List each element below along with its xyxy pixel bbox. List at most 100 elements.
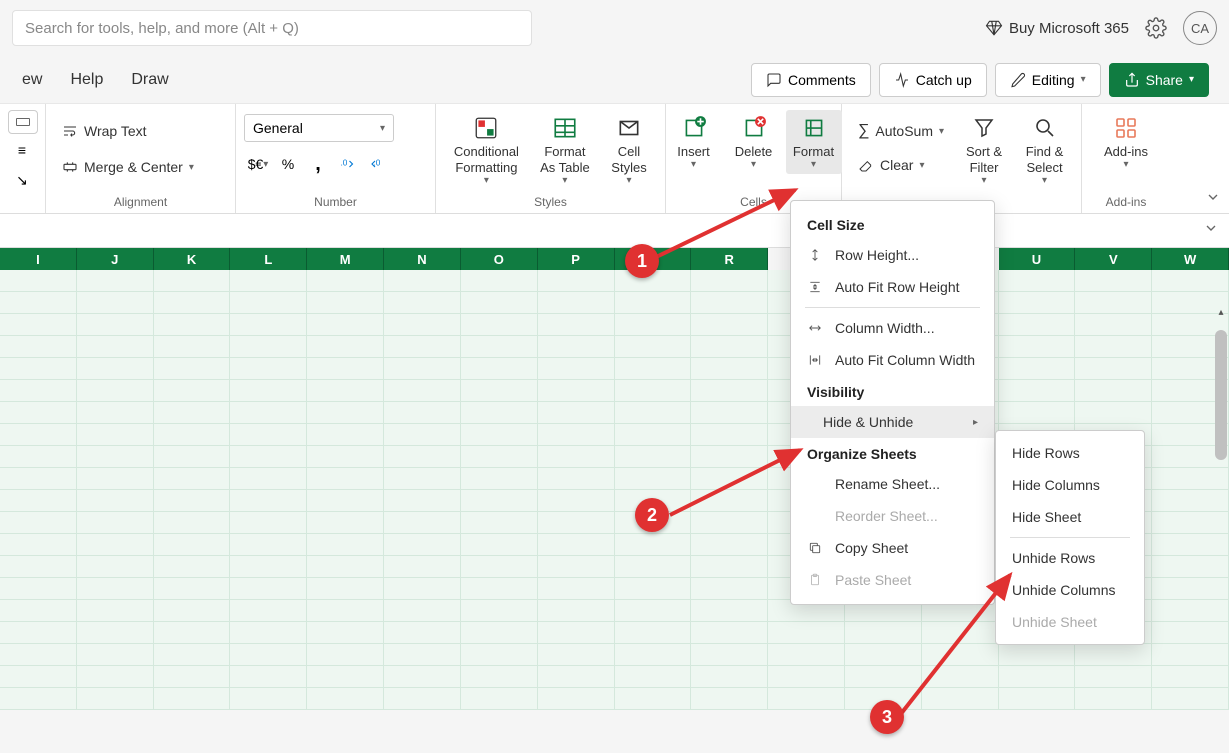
column-header[interactable]: L	[230, 248, 307, 270]
cell[interactable]	[154, 314, 231, 336]
cell[interactable]	[77, 292, 154, 314]
buy-microsoft-365[interactable]: Buy Microsoft 365	[985, 19, 1129, 37]
cell[interactable]	[0, 292, 77, 314]
column-header[interactable]: N	[384, 248, 461, 270]
cell[interactable]	[691, 556, 768, 578]
percent-format-button[interactable]: %	[274, 150, 302, 178]
sort-filter-button[interactable]: Sort & Filter▾	[956, 110, 1012, 190]
cell[interactable]	[230, 622, 307, 644]
cell[interactable]	[1075, 358, 1152, 380]
cell[interactable]	[615, 314, 692, 336]
cell[interactable]	[691, 622, 768, 644]
cell[interactable]	[691, 490, 768, 512]
addins-button[interactable]: Add-ins▾	[1098, 110, 1154, 174]
format-cells-button[interactable]: Format▾	[786, 110, 842, 174]
cell[interactable]	[307, 424, 384, 446]
cell[interactable]	[77, 512, 154, 534]
merge-center-button[interactable]: Merge & Center ▾	[54, 152, 202, 182]
cell[interactable]	[307, 490, 384, 512]
wrap-text-button[interactable]: Wrap Text	[54, 116, 155, 146]
increase-decimal-button[interactable]: .0	[334, 150, 362, 178]
menu-autofit-column[interactable]: Auto Fit Column Width	[791, 344, 994, 376]
cell[interactable]	[999, 666, 1076, 688]
cell[interactable]	[307, 468, 384, 490]
cell[interactable]	[691, 688, 768, 710]
menu-column-width[interactable]: Column Width...	[791, 312, 994, 344]
cell[interactable]	[384, 600, 461, 622]
cell[interactable]	[154, 622, 231, 644]
cell[interactable]	[230, 380, 307, 402]
cell[interactable]	[230, 270, 307, 292]
menu-hide-unhide[interactable]: Hide & Unhide ▸	[791, 406, 994, 438]
cell[interactable]	[1075, 402, 1152, 424]
cell[interactable]	[77, 578, 154, 600]
cell[interactable]	[615, 468, 692, 490]
cell[interactable]	[691, 644, 768, 666]
account-avatar[interactable]: CA	[1183, 11, 1217, 45]
cell[interactable]	[307, 666, 384, 688]
clear-button[interactable]: Clear▾	[850, 150, 952, 180]
cell[interactable]	[1152, 468, 1229, 490]
cell[interactable]	[384, 424, 461, 446]
cell[interactable]	[307, 314, 384, 336]
cell[interactable]	[691, 666, 768, 688]
cell[interactable]	[0, 358, 77, 380]
cell[interactable]	[461, 468, 538, 490]
cell[interactable]	[461, 336, 538, 358]
menu-rename-sheet[interactable]: Rename Sheet...	[791, 468, 994, 500]
cell[interactable]	[999, 358, 1076, 380]
cell[interactable]	[230, 600, 307, 622]
cell[interactable]	[307, 688, 384, 710]
cell[interactable]	[691, 578, 768, 600]
cell[interactable]	[538, 424, 615, 446]
cell[interactable]	[1075, 292, 1152, 314]
cell[interactable]	[77, 534, 154, 556]
cell[interactable]	[154, 292, 231, 314]
cell[interactable]	[999, 314, 1076, 336]
cell[interactable]	[691, 424, 768, 446]
cell[interactable]	[384, 380, 461, 402]
cell[interactable]	[230, 556, 307, 578]
cell[interactable]	[691, 402, 768, 424]
formula-bar-expand[interactable]	[1203, 220, 1219, 236]
cell[interactable]	[0, 402, 77, 424]
cell[interactable]	[0, 336, 77, 358]
cell[interactable]	[154, 688, 231, 710]
editing-mode-button[interactable]: Editing ▾	[995, 63, 1101, 97]
column-header[interactable]: K	[154, 248, 231, 270]
cell[interactable]	[384, 490, 461, 512]
cell[interactable]	[77, 468, 154, 490]
scrollbar-thumb[interactable]	[1215, 330, 1227, 460]
cell[interactable]	[615, 578, 692, 600]
column-header[interactable]: W	[1152, 248, 1229, 270]
cell[interactable]	[230, 534, 307, 556]
cell[interactable]	[615, 292, 692, 314]
cell[interactable]	[307, 380, 384, 402]
cell[interactable]	[1152, 666, 1229, 688]
cell[interactable]	[230, 402, 307, 424]
cell[interactable]	[307, 644, 384, 666]
cell[interactable]	[0, 688, 77, 710]
share-button[interactable]: Share ▾	[1109, 63, 1209, 97]
cell[interactable]	[1152, 512, 1229, 534]
cell[interactable]	[461, 600, 538, 622]
cell[interactable]	[230, 446, 307, 468]
cell[interactable]	[0, 666, 77, 688]
cell[interactable]	[768, 622, 845, 644]
cell[interactable]	[538, 512, 615, 534]
cell[interactable]	[538, 314, 615, 336]
cell[interactable]	[307, 512, 384, 534]
cell[interactable]	[77, 402, 154, 424]
cell[interactable]	[845, 644, 922, 666]
cell[interactable]	[1075, 380, 1152, 402]
cell[interactable]	[384, 512, 461, 534]
cell[interactable]	[461, 424, 538, 446]
cell[interactable]	[0, 424, 77, 446]
tab-draw[interactable]: Draw	[117, 63, 182, 97]
cell[interactable]	[154, 490, 231, 512]
cell[interactable]	[615, 534, 692, 556]
cell[interactable]	[538, 688, 615, 710]
cell[interactable]	[461, 380, 538, 402]
cell[interactable]	[1075, 270, 1152, 292]
column-header[interactable]: J	[77, 248, 154, 270]
